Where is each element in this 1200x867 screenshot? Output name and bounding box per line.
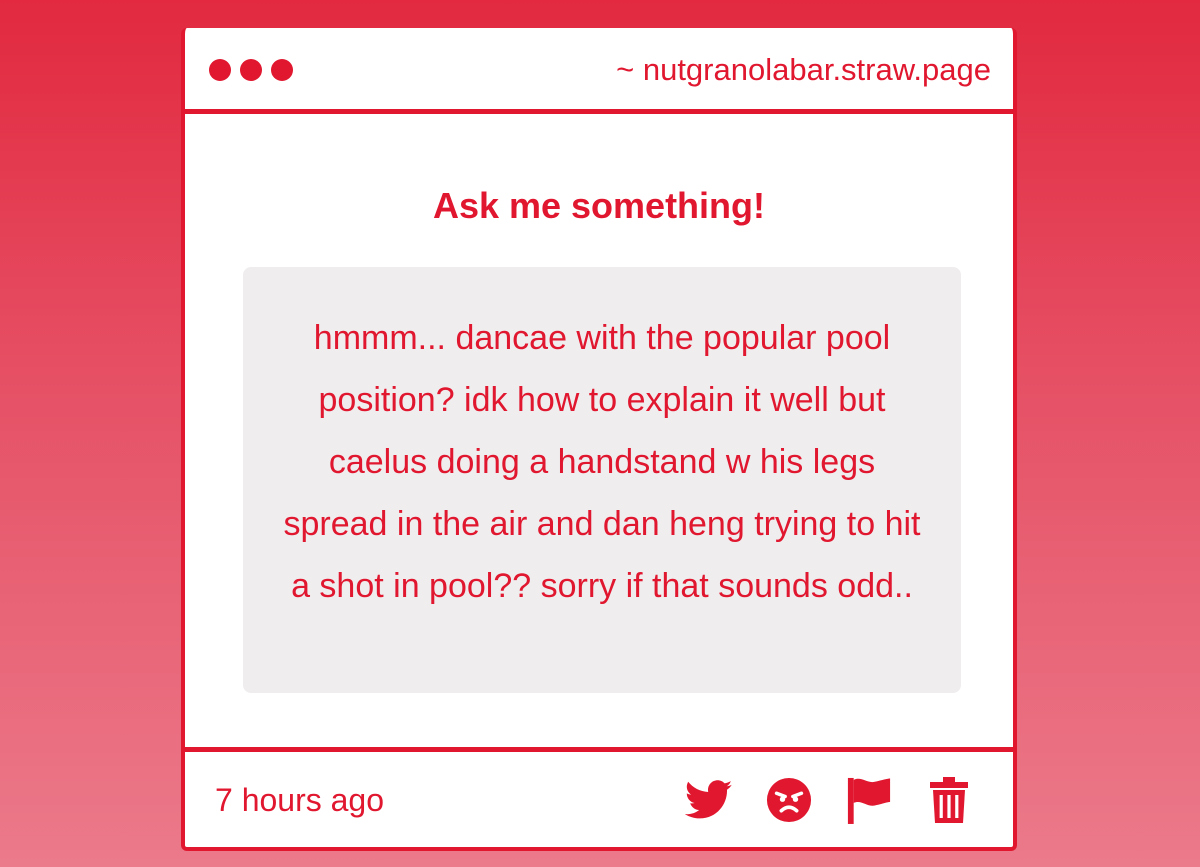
message-box: hmmm... dancae with the popular pool pos…	[243, 267, 961, 693]
page-title: Ask me something!	[432, 185, 766, 226]
window-dot-2	[240, 59, 262, 81]
report-button[interactable]	[845, 776, 893, 824]
angry-reaction-button[interactable]	[765, 776, 813, 824]
window-dot-3	[271, 59, 293, 81]
action-bar	[685, 776, 973, 824]
card-footer: 7 hours ago	[185, 747, 1013, 847]
page-url[interactable]: ~ nutgranolabar.straw.page	[616, 50, 991, 90]
card-header: ~ nutgranolabar.straw.page	[185, 28, 1013, 114]
angry-face-icon	[766, 777, 812, 823]
share-twitter-button[interactable]	[685, 776, 733, 824]
window-dots	[209, 59, 293, 81]
message-text: hmmm... dancae with the popular pool pos…	[283, 319, 921, 605]
trash-icon	[930, 777, 968, 823]
flag-icon	[847, 777, 891, 824]
window-dot-1	[209, 59, 231, 81]
twitter-icon	[685, 780, 733, 819]
timestamp: 7 hours ago	[215, 782, 385, 818]
question-card: ~ nutgranolabar.straw.page Ask me someth…	[181, 28, 1017, 851]
delete-button[interactable]	[925, 776, 973, 824]
